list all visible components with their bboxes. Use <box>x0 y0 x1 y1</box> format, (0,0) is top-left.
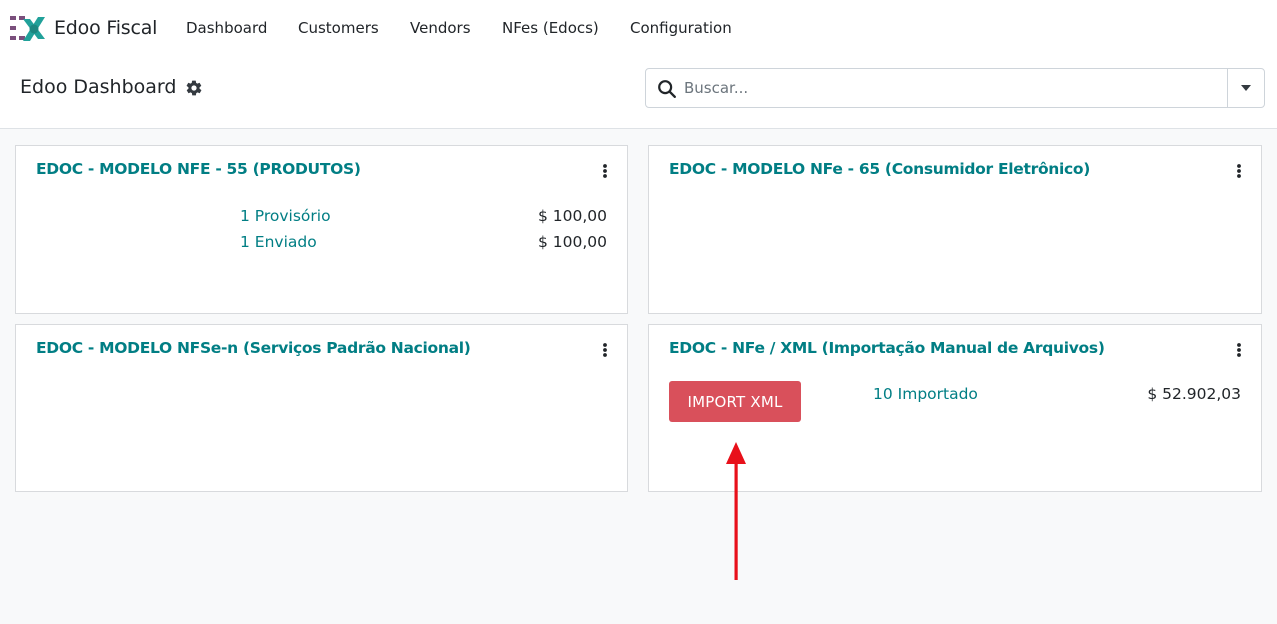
status-link-provisorio[interactable]: 1 Provisório <box>240 207 331 225</box>
card-title[interactable]: EDOC - MODELO NFE - 55 (PRODUTOS) <box>36 160 361 178</box>
amount-importado: $ 52.902,03 <box>1147 385 1241 403</box>
nav-item-nfes[interactable]: NFes (Edocs) <box>502 19 599 37</box>
nav-item-dashboard[interactable]: Dashboard <box>186 19 267 37</box>
journal-card-nfe-65: EDOC - MODELO NFe - 65 (Consumidor Eletr… <box>648 145 1262 314</box>
caret-down-icon <box>1241 85 1251 91</box>
import-xml-button[interactable]: IMPORT XML <box>669 381 801 422</box>
card-title[interactable]: EDOC - MODELO NFSe-n (Serviços Padrão Na… <box>36 339 471 357</box>
app-name[interactable]: Edoo Fiscal <box>54 17 157 39</box>
edoo-logo-icon[interactable] <box>10 13 45 45</box>
status-link-enviado[interactable]: 1 Enviado <box>240 233 317 251</box>
status-link-importado[interactable]: 10 Importado <box>873 385 978 403</box>
page-title: Edoo Dashboard <box>20 76 177 98</box>
card-title[interactable]: EDOC - NFe / XML (Importação Manual de A… <box>669 339 1105 357</box>
kebab-menu-icon[interactable] <box>599 342 611 358</box>
amount-enviado: $ 100,00 <box>537 233 607 251</box>
annotation-arrow-icon <box>726 442 746 580</box>
search-icon <box>658 80 676 98</box>
search-box <box>645 68 1265 108</box>
kebab-menu-icon[interactable] <box>1233 342 1245 358</box>
gear-icon[interactable] <box>185 79 203 97</box>
kebab-menu-icon[interactable] <box>599 163 611 179</box>
search-options-toggle[interactable] <box>1227 69 1264 107</box>
card-title[interactable]: EDOC - MODELO NFe - 65 (Consumidor Eletr… <box>669 160 1090 178</box>
nav-item-customers[interactable]: Customers <box>298 19 379 37</box>
control-panel: Edoo Dashboard <box>0 58 1277 129</box>
kebab-menu-icon[interactable] <box>1233 163 1245 179</box>
journal-card-nfse-n: EDOC - MODELO NFSe-n (Serviços Padrão Na… <box>15 324 628 492</box>
amount-provisorio: $ 100,00 <box>537 207 607 225</box>
search-input[interactable] <box>684 73 1224 103</box>
nav-item-configuration[interactable]: Configuration <box>630 19 732 37</box>
top-navbar: Edoo Fiscal Dashboard Customers Vendors … <box>0 0 1277 58</box>
nav-item-vendors[interactable]: Vendors <box>410 19 471 37</box>
journal-card-nfe-55: EDOC - MODELO NFE - 55 (PRODUTOS) 1 Prov… <box>15 145 628 314</box>
